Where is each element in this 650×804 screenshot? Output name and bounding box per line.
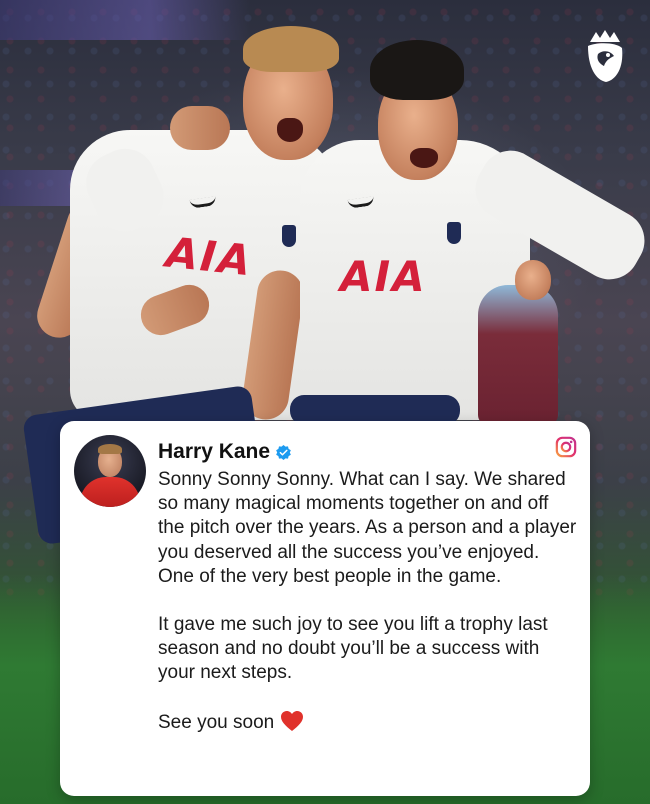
verified-badge-icon: [276, 444, 291, 460]
post-caption: Sonny Sonny Sonny. What can I say. We sh…: [158, 468, 578, 735]
instagram-post-card: Harry Kane Sonny Sonny Sonny. What can I…: [60, 421, 590, 796]
caption-paragraph-2: It gave me such joy to see you lift a tr…: [158, 614, 548, 684]
son-open-mouth: [410, 148, 438, 168]
avatar-hair: [98, 444, 122, 454]
instagram-icon[interactable]: [555, 436, 577, 458]
opponent-head: [515, 260, 551, 300]
avatar-shirt: [80, 477, 140, 507]
author-row: Harry Kane: [158, 439, 291, 465]
red-heart-icon: [281, 710, 304, 731]
kane-hair: [243, 26, 339, 72]
stadium-led-board: [0, 0, 250, 40]
son-hand-on-kane: [170, 106, 230, 150]
kane-shirt-sponsor: AIA: [163, 227, 255, 286]
kane-open-mouth: [277, 118, 303, 142]
caption-closing: See you soon: [158, 710, 578, 735]
premier-league-lion-icon: [588, 30, 623, 82]
avatar[interactable]: [74, 435, 146, 507]
author-name[interactable]: Harry Kane: [158, 440, 270, 464]
opponent-shirt: [478, 285, 558, 425]
son-shirt-sponsor: AIA: [340, 252, 427, 301]
son-hair: [370, 40, 464, 100]
closing-text: See you soon: [158, 711, 275, 733]
kane-club-crest: [282, 225, 296, 247]
son-club-crest: [447, 222, 461, 244]
caption-paragraph-1: Sonny Sonny Sonny. What can I say. We sh…: [158, 469, 577, 587]
